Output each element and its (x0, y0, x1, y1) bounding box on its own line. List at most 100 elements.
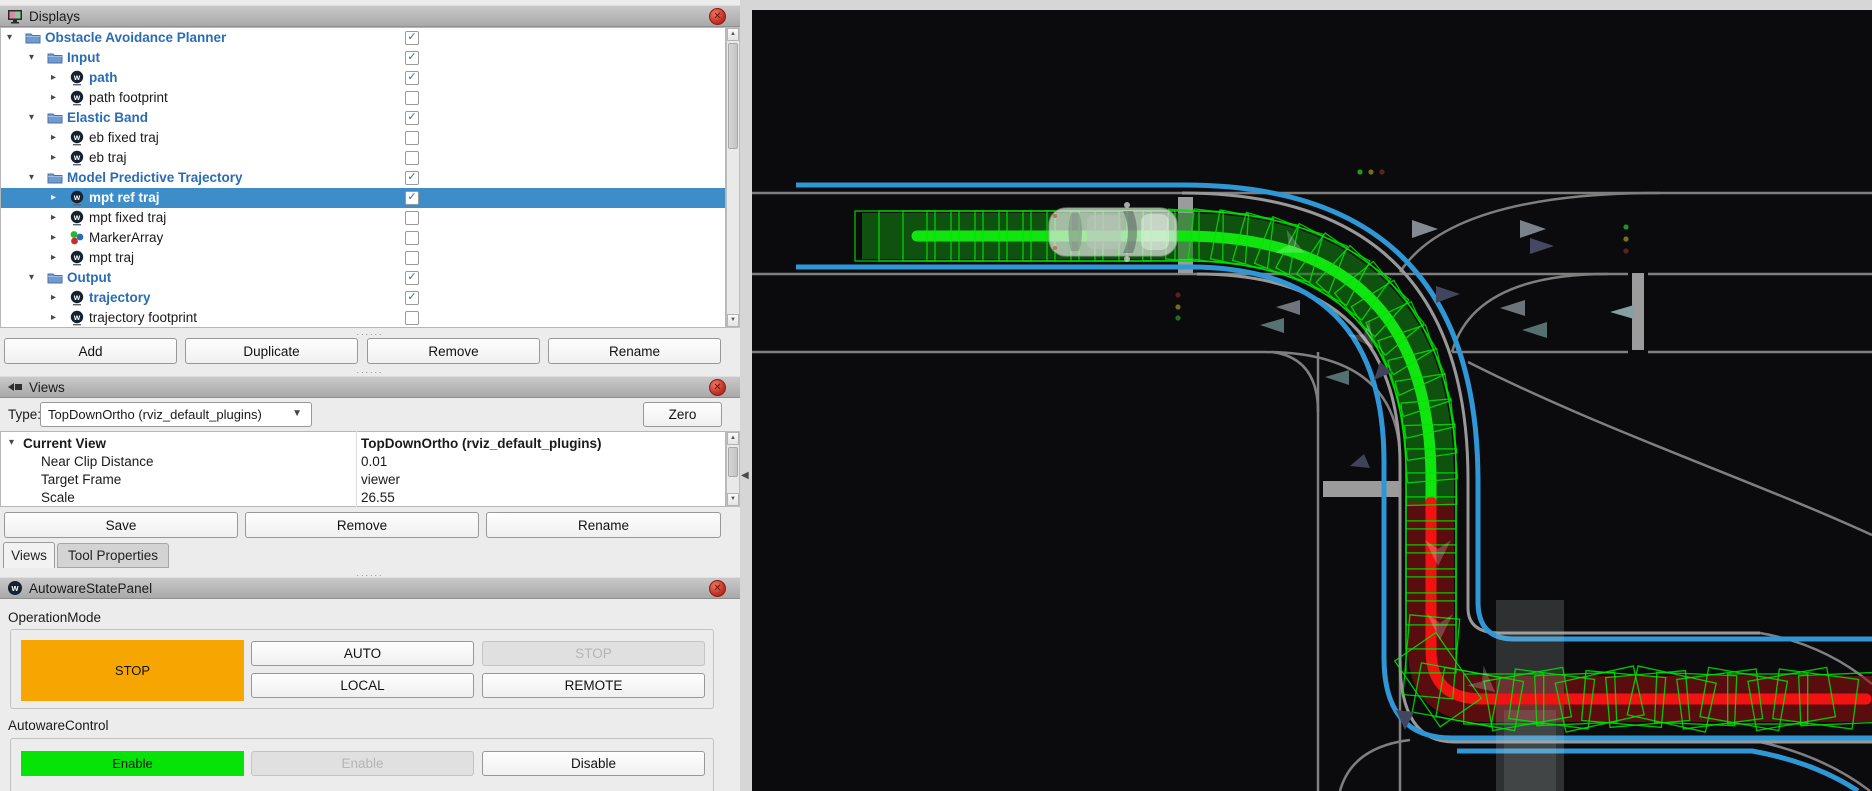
expand-arrow-icon[interactable]: ▾ (7, 31, 12, 45)
property-row-scale[interactable]: Scale26.55 (1, 489, 725, 507)
tree-row-path-footprint[interactable]: ▸wpath footprint (1, 88, 726, 108)
expand-arrow-icon[interactable]: ▾ (29, 111, 34, 125)
collapse-arrow-icon[interactable]: ▸ (51, 311, 56, 325)
disable-button[interactable]: Disable (482, 751, 705, 776)
svg-text:w: w (73, 213, 81, 222)
render-area: ◀ (740, 0, 1872, 791)
auto-button[interactable]: AUTO (251, 641, 474, 666)
tree-row-mpt-fixed-traj[interactable]: ▸wmpt fixed traj (1, 208, 726, 228)
3d-viewport[interactable] (752, 10, 1872, 791)
rename-view-button[interactable]: Rename (486, 512, 721, 538)
expand-arrow-icon[interactable]: ▾ (29, 171, 34, 185)
checkbox-checked[interactable]: ✓ (405, 31, 419, 45)
scroll-up-icon[interactable]: ▲ (727, 28, 739, 41)
tree-row-output[interactable]: ▾Output✓ (1, 268, 726, 288)
scroll-thumb[interactable] (728, 447, 738, 477)
checkbox-unchecked[interactable] (405, 131, 419, 145)
tree-row-eb-traj[interactable]: ▸web traj (1, 148, 726, 168)
tree-row-model-predictive-trajectory[interactable]: ▾Model Predictive Trajectory✓ (1, 168, 726, 188)
checkbox-unchecked[interactable] (405, 91, 419, 105)
splitter-handle[interactable]: ...... (0, 329, 740, 335)
checkbox-checked[interactable]: ✓ (405, 171, 419, 185)
checkbox-checked[interactable]: ✓ (405, 71, 419, 85)
remote-button[interactable]: REMOTE (482, 673, 705, 698)
view-type-dropdown[interactable]: TopDownOrtho (rviz_default_plugins) ▼ (40, 402, 312, 427)
scroll-down-icon[interactable]: ▼ (727, 314, 739, 327)
collapse-arrow-icon[interactable]: ▸ (51, 231, 56, 245)
property-row-target-frame[interactable]: Target Frameviewer (1, 471, 725, 489)
rename-button[interactable]: Rename (548, 338, 721, 364)
collapse-arrow-icon[interactable]: ▸ (51, 131, 56, 145)
checkbox-checked[interactable]: ✓ (405, 271, 419, 285)
views-panel-header[interactable]: Views ✕ (0, 376, 740, 398)
tree-row-elastic-band[interactable]: ▾Elastic Band✓ (1, 108, 726, 128)
checkbox-unchecked[interactable] (405, 251, 419, 265)
displays-scrollbar[interactable]: ▲ ▼ (726, 27, 740, 328)
tree-item-label: trajectory (89, 290, 151, 305)
checkbox-checked[interactable]: ✓ (405, 51, 419, 65)
tree-item-label: mpt traj (89, 250, 134, 265)
local-button[interactable]: LOCAL (251, 673, 474, 698)
tree-row-mpt-traj[interactable]: ▸ w mpt traj (1, 248, 726, 268)
tab-views[interactable]: Views (3, 542, 55, 568)
expand-arrow-icon[interactable]: ▾ (29, 51, 34, 65)
remove-view-button[interactable]: Remove (245, 512, 479, 538)
splitter-handle[interactable]: ...... (0, 570, 740, 576)
tree-row-trajectory-footprint[interactable]: ▸wtrajectory footprint (1, 308, 726, 328)
save-view-button[interactable]: Save (4, 512, 238, 538)
collapse-arrow-icon[interactable]: ▸ (51, 251, 56, 265)
tree-row-markerarray[interactable]: ▸MarkerArray (1, 228, 726, 248)
collapse-arrow-icon[interactable]: ▸ (51, 151, 56, 165)
checkbox-unchecked[interactable] (405, 151, 419, 165)
svg-text:w: w (73, 193, 81, 202)
views-close-icon[interactable]: ✕ (709, 379, 726, 396)
autoware-control-status-badge: Enable (21, 751, 244, 776)
displays-close-icon[interactable]: ✕ (709, 8, 726, 25)
tree-row-trajectory[interactable]: ▸wtrajectory✓ (1, 288, 726, 308)
folder-icon (47, 110, 63, 126)
chevron-down-icon: ▼ (292, 408, 302, 419)
collapse-arrow-icon[interactable]: ▸ (51, 71, 56, 85)
expand-arrow-icon[interactable]: ▾ (29, 271, 34, 285)
expand-arrow-icon[interactable]: ▾ (9, 437, 14, 448)
checkbox-unchecked[interactable] (405, 211, 419, 225)
displays-panel-header[interactable]: Displays ✕ (0, 5, 740, 27)
tree-row-eb-fixed-traj[interactable]: ▸web fixed traj (1, 128, 726, 148)
add-button[interactable]: Add (4, 338, 177, 364)
map-scene (752, 10, 1872, 791)
collapse-arrow-icon[interactable]: ▸ (51, 211, 56, 225)
autoware-panel-header[interactable]: w AutowareStatePanel ✕ (0, 577, 740, 599)
tab-tool-properties[interactable]: Tool Properties (57, 543, 169, 568)
operation-mode-status-badge: STOP (21, 640, 244, 701)
property-row-near-clip-distance[interactable]: Near Clip Distance0.01 (1, 453, 725, 471)
property-row-current-view[interactable]: ▾Current ViewTopDownOrtho (rviz_default_… (1, 435, 725, 453)
scroll-thumb[interactable] (728, 43, 738, 149)
remove-button[interactable]: Remove (367, 338, 540, 364)
dock-collapse-icon[interactable]: ◀ (741, 470, 749, 481)
zero-button[interactable]: Zero (643, 402, 722, 427)
folder-icon (47, 170, 63, 186)
splitter-handle[interactable]: ...... (0, 367, 740, 373)
tree-row-obstacle-avoidance-planner[interactable]: ▾Obstacle Avoidance Planner✓ (1, 28, 726, 48)
scroll-up-icon[interactable]: ▲ (727, 432, 739, 445)
views-scrollbar[interactable]: ▲ ▼ (726, 431, 740, 507)
checkbox-checked[interactable]: ✓ (405, 111, 419, 125)
autoware-close-icon[interactable]: ✕ (709, 580, 726, 597)
autoware-icon: w (69, 130, 85, 146)
duplicate-button[interactable]: Duplicate (185, 338, 358, 364)
tree-item-label: eb traj (89, 150, 127, 165)
collapse-arrow-icon[interactable]: ▸ (51, 291, 56, 305)
tree-row-path[interactable]: ▸wpath✓ (1, 68, 726, 88)
collapse-arrow-icon[interactable]: ▸ (51, 191, 56, 205)
scroll-down-icon[interactable]: ▼ (727, 493, 739, 506)
operation-mode-label: OperationMode (8, 610, 101, 625)
collapse-arrow-icon[interactable]: ▸ (51, 91, 56, 105)
tree-row-mpt-ref-traj[interactable]: ▸wmpt ref traj✓ (1, 188, 726, 208)
checkbox-checked[interactable]: ✓ (405, 191, 419, 205)
displays-tree: ▾Obstacle Avoidance Planner✓▾Input✓▸wpat… (0, 27, 726, 328)
checkbox-unchecked[interactable] (405, 231, 419, 245)
tree-row-input[interactable]: ▾Input✓ (1, 48, 726, 68)
checkbox-unchecked[interactable] (405, 311, 419, 325)
checkbox-checked[interactable]: ✓ (405, 291, 419, 305)
autoware-icon: w (69, 250, 85, 266)
